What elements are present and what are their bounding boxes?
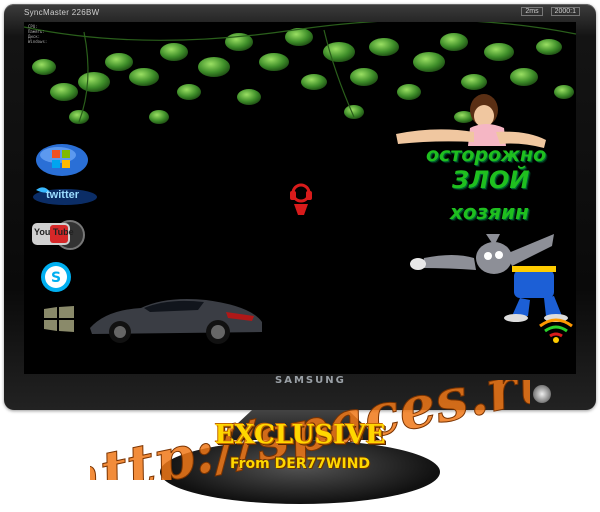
twitter-icon[interactable]: twitter — [32, 184, 98, 206]
cartoon-wolf-image — [410, 234, 568, 322]
sports-car-image — [90, 299, 262, 344]
headphones-icon[interactable] — [288, 182, 314, 216]
svg-text:S: S — [51, 270, 61, 286]
monitor-badges: 2ms 2000:1 — [515, 7, 580, 16]
monitor-power-button[interactable] — [533, 385, 551, 403]
exclusive-title: EXCLUSIVE — [214, 420, 386, 450]
contrast-badge: 2000:1 — [550, 7, 580, 16]
youtube-icon[interactable]: You Tube — [30, 217, 86, 251]
sign-text-owner: хозяин — [450, 200, 529, 224]
windows-flag-icon[interactable] — [42, 306, 76, 332]
wifi-icon[interactable] — [538, 314, 574, 344]
sign-text-angry: ЗЛОЙ — [452, 166, 530, 194]
youtube-label: You Tube — [34, 227, 74, 237]
desktop-screen: CPU: Память: Диск: Windows: twitter You … — [24, 22, 576, 374]
author-credit: From DER77WIND — [229, 456, 371, 472]
skype-icon[interactable]: S — [36, 260, 76, 294]
monitor-model-label: SyncMaster 226BW — [24, 8, 100, 17]
monitor-mockup: SyncMaster 226BW 2ms 2000:1 CPU: Память:… — [0, 0, 600, 512]
sign-text-careful: осторожно — [426, 144, 547, 166]
response-time-badge: 2ms — [521, 7, 543, 16]
twitter-label: twitter — [46, 189, 79, 201]
windows-orb-icon[interactable] — [34, 142, 90, 178]
system-info-overlay: CPU: Память: Диск: Windows: — [28, 24, 48, 44]
